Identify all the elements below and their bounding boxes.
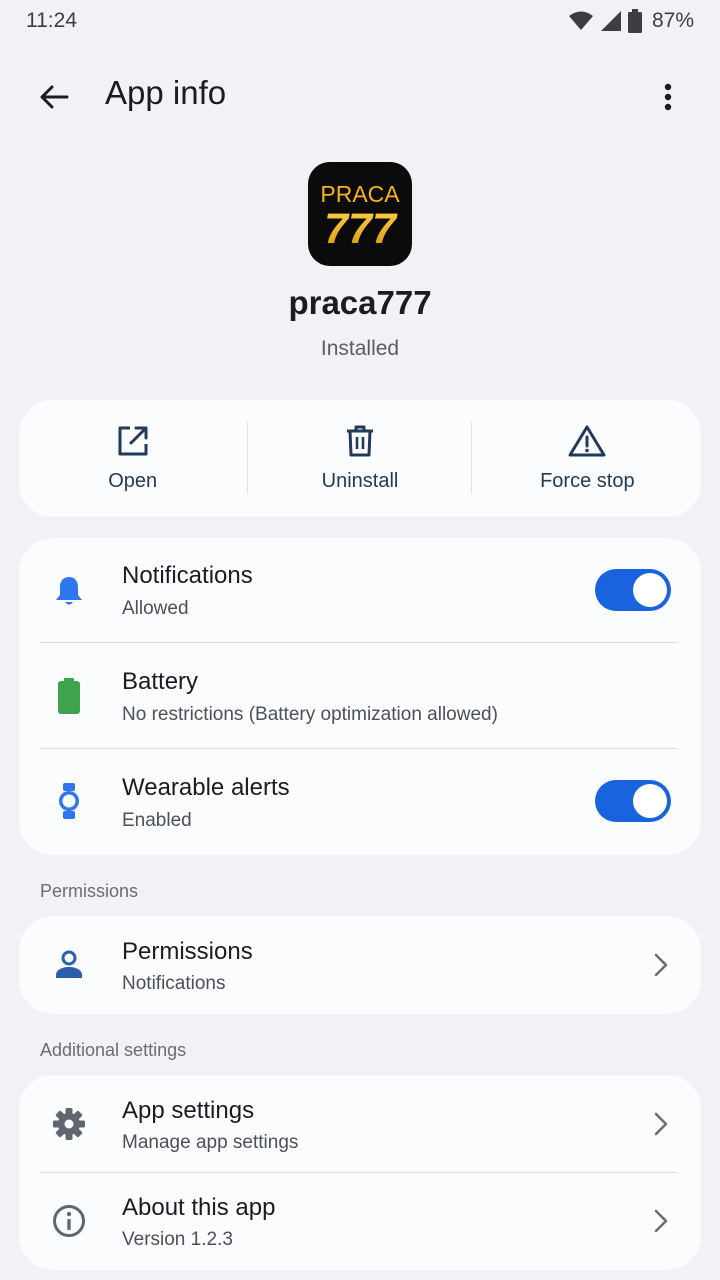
battery-title: Battery bbox=[122, 668, 199, 695]
cellular-signal-icon bbox=[600, 11, 621, 31]
force-stop-button[interactable]: Force stop bbox=[474, 400, 701, 517]
app-settings-row[interactable]: App settings Manage app settings bbox=[19, 1075, 701, 1172]
uninstall-label: Uninstall bbox=[321, 470, 399, 492]
notifications-toggle[interactable] bbox=[595, 569, 671, 611]
app-install-status: Installed bbox=[320, 337, 400, 360]
wearable-alerts-title: Wearable alerts bbox=[122, 774, 290, 801]
permissions-title: Permissions bbox=[122, 938, 253, 965]
wearable-alerts-toggle[interactable] bbox=[595, 780, 671, 822]
battery-subtitle: No restrictions (Battery optimization al… bbox=[122, 704, 498, 725]
app-settings-subtitle: Manage app settings bbox=[122, 1132, 299, 1153]
open-external-icon bbox=[118, 426, 148, 456]
action-buttons-card: Open Uninstall Force stop bbox=[19, 400, 701, 517]
notifications-subtitle: Allowed bbox=[122, 598, 189, 619]
page-title: App info bbox=[105, 74, 227, 111]
toggle-knob bbox=[633, 784, 667, 818]
about-app-row[interactable]: About this app Version 1.2.3 bbox=[19, 1173, 701, 1270]
additional-settings-header: Additional settings bbox=[40, 1040, 187, 1060]
status-icons: 87% bbox=[568, 9, 694, 33]
more-options-button[interactable] bbox=[650, 75, 686, 119]
battery-full-icon bbox=[49, 676, 89, 716]
action-divider bbox=[471, 422, 472, 494]
gear-icon bbox=[49, 1104, 89, 1144]
status-time: 11:24 bbox=[26, 9, 77, 32]
app-bar: App info bbox=[0, 60, 720, 130]
trash-icon bbox=[346, 425, 373, 457]
toggle-knob bbox=[633, 573, 667, 607]
app-icon: PRACA 777 bbox=[308, 162, 412, 266]
app-icon-text-bottom: 777 bbox=[324, 205, 398, 253]
force-stop-label: Force stop bbox=[540, 470, 635, 492]
chevron-right-icon bbox=[651, 1110, 671, 1138]
notifications-row[interactable]: Notifications Allowed bbox=[19, 538, 701, 643]
app-icon-text-top: PRACA bbox=[320, 181, 400, 207]
wifi-icon bbox=[568, 11, 593, 30]
app-name: praca777 bbox=[288, 284, 432, 321]
open-button[interactable]: Open bbox=[19, 400, 246, 517]
wearable-alerts-row[interactable]: Wearable alerts Enabled bbox=[19, 749, 701, 855]
warning-icon bbox=[568, 425, 606, 457]
permissions-card: Permissions Notifications bbox=[19, 916, 701, 1014]
battery-icon bbox=[627, 9, 642, 33]
chevron-right-icon bbox=[651, 1207, 671, 1235]
battery-row[interactable]: Battery No restrictions (Battery optimiz… bbox=[19, 643, 701, 749]
more-vert-icon bbox=[664, 83, 672, 111]
chevron-right-icon bbox=[651, 951, 671, 979]
arrow-back-icon bbox=[40, 85, 69, 109]
bell-icon bbox=[49, 571, 89, 611]
person-icon bbox=[49, 945, 89, 985]
permissions-subtitle: Notifications bbox=[122, 973, 226, 994]
info-icon bbox=[49, 1201, 89, 1241]
status-bar: 11:24 87% bbox=[0, 0, 720, 44]
additional-settings-card: App settings Manage app settings About t… bbox=[19, 1075, 701, 1270]
notifications-title: Notifications bbox=[122, 562, 253, 589]
wearable-alerts-subtitle: Enabled bbox=[122, 810, 192, 831]
settings-card: Notifications Allowed Battery No restric… bbox=[19, 538, 701, 855]
app-settings-title: App settings bbox=[122, 1097, 255, 1124]
permissions-row[interactable]: Permissions Notifications bbox=[19, 916, 701, 1014]
about-app-title: About this app bbox=[122, 1194, 276, 1221]
open-label: Open bbox=[108, 470, 158, 492]
watch-icon bbox=[49, 781, 89, 821]
uninstall-button[interactable]: Uninstall bbox=[246, 400, 473, 517]
about-app-subtitle: Version 1.2.3 bbox=[122, 1229, 233, 1250]
permissions-section-header: Permissions bbox=[40, 881, 139, 901]
back-button[interactable] bbox=[32, 75, 76, 119]
battery-percent: 87% bbox=[651, 9, 694, 32]
